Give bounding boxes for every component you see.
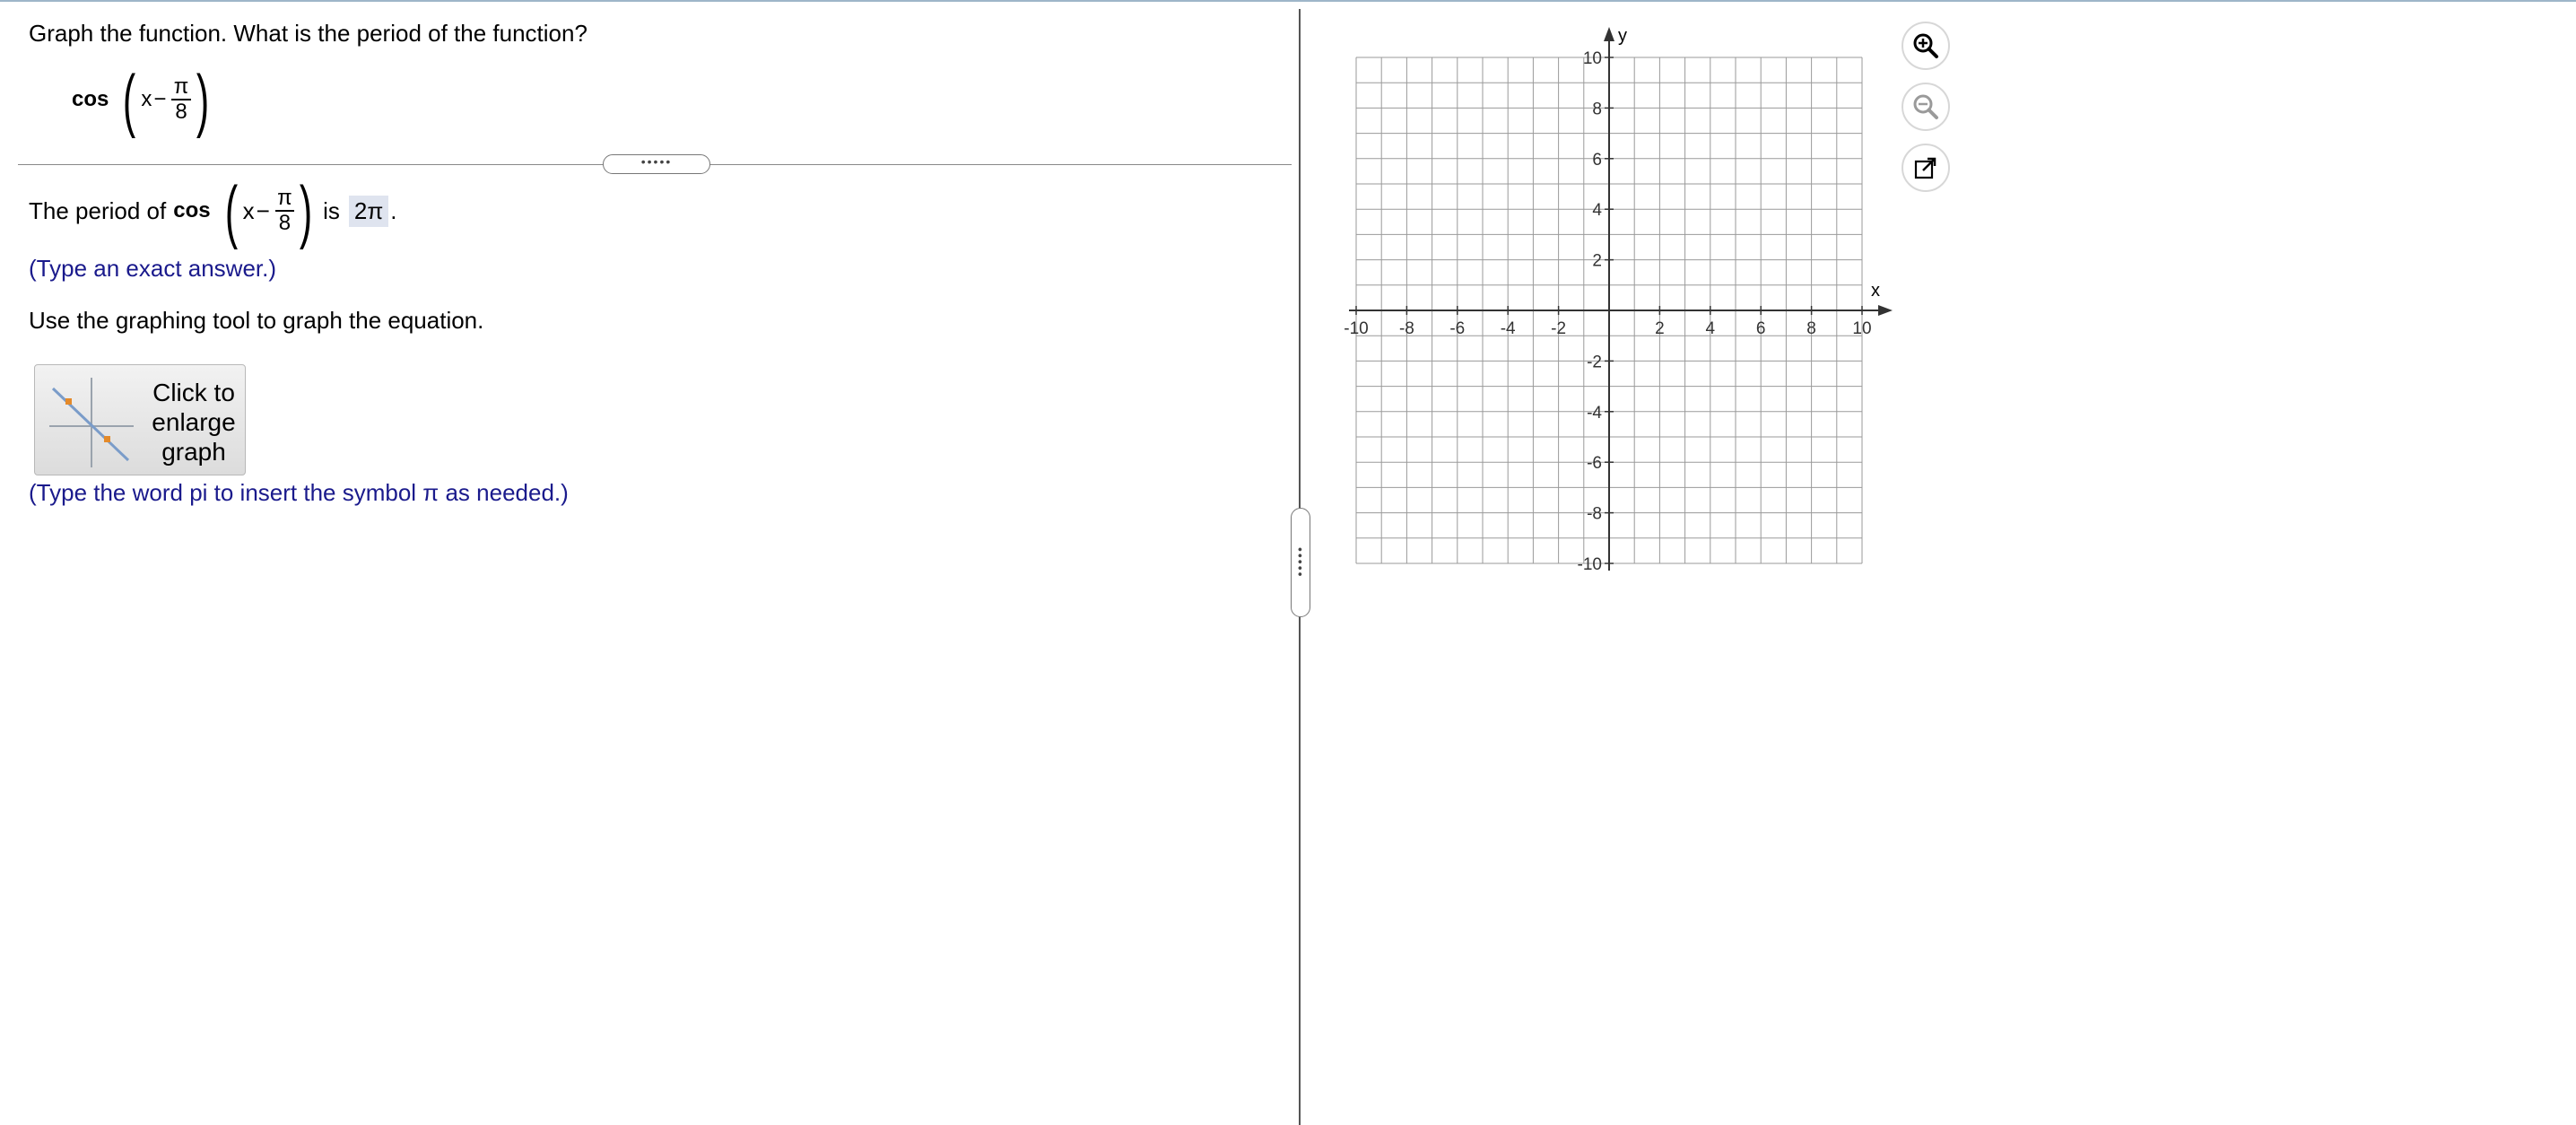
x-tick-label: 10 xyxy=(1852,319,1871,338)
answer-numerator: π xyxy=(277,186,292,210)
fraction-numerator: π xyxy=(173,74,189,99)
answer-var: x xyxy=(242,196,255,224)
pop-out-button[interactable] xyxy=(1902,144,1950,192)
y-tick-label: -6 xyxy=(1587,454,1602,473)
function-name: cos xyxy=(72,87,109,111)
zoom-in-icon xyxy=(1913,33,1938,58)
y-axis-label: y xyxy=(1618,26,1627,46)
fraction: π 8 xyxy=(171,74,191,124)
answer-period: . xyxy=(390,196,397,224)
y-tick-label: 6 xyxy=(1592,151,1602,170)
pop-out-icon xyxy=(1914,157,1936,179)
answer-left-paren: ( xyxy=(224,171,238,250)
x-tick-label: 4 xyxy=(1706,319,1716,338)
coordinate-grid[interactable]: -10 -10 -8 -8 -6 -6 -4 -4 -2 -2 2 2 4 4 6 6 8 8 10 10 x y xyxy=(1327,18,1955,610)
pi-hint: (Type the word pi to insert the symbol π… xyxy=(29,479,569,506)
question-prompt: Graph the function. What is the period o… xyxy=(29,20,587,47)
y-tick-label: 10 xyxy=(1583,49,1602,68)
answer-fraction: π 8 xyxy=(274,186,295,235)
left-paren: ( xyxy=(123,60,136,139)
x-tick-label: 6 xyxy=(1756,319,1766,338)
answer-is: is xyxy=(323,196,340,224)
x-tick-label: -10 xyxy=(1344,319,1368,338)
graph-instruction: Use the graphing tool to graph the equat… xyxy=(29,307,484,334)
minus-sign: − xyxy=(153,87,167,111)
zoom-out-icon xyxy=(1913,94,1938,119)
x-tick-label: -6 xyxy=(1449,319,1465,338)
x-axis-arrow xyxy=(1878,305,1893,316)
x-tick-label: 8 xyxy=(1806,319,1816,338)
answer-line: The period of cos ( x − π 8 ) is 2π . xyxy=(29,176,397,246)
x-tick-label: -8 xyxy=(1399,319,1414,338)
fraction-denominator: 8 xyxy=(171,99,191,124)
y-tick-label: 8 xyxy=(1592,100,1602,118)
answer-right-paren: ) xyxy=(299,171,313,250)
x-tick-label: -4 xyxy=(1501,319,1516,338)
y-axis-arrow xyxy=(1604,27,1614,41)
function-expression: cos ( x − π 8 ) xyxy=(72,65,214,135)
answer-denominator: 8 xyxy=(274,210,295,235)
right-paren: ) xyxy=(196,60,209,139)
y-tick-label: -8 xyxy=(1587,505,1602,524)
answer-minus: − xyxy=(256,196,270,224)
x-tick-label: -2 xyxy=(1551,319,1566,338)
y-tick-label: 4 xyxy=(1592,201,1602,220)
y-tick-label: -4 xyxy=(1587,404,1602,423)
y-tick-label: 2 xyxy=(1592,252,1602,271)
tick-labels: -10 -10 -8 -8 -6 -6 -4 -4 -2 -2 2 2 4 4 6 6 8 8 10 10 xyxy=(1344,49,1871,574)
y-tick-label: -2 xyxy=(1587,353,1602,371)
answer-input[interactable]: 2π xyxy=(348,195,389,227)
answer-prefix: The period of xyxy=(29,196,167,224)
enlarge-button-label: Click to enlarge graph xyxy=(152,379,236,466)
function-var: x xyxy=(141,87,152,111)
zoom-in-button[interactable] xyxy=(1902,22,1950,70)
y-tick-label: -10 xyxy=(1578,555,1602,574)
x-tick-label: 2 xyxy=(1655,319,1665,338)
vertical-splitter-dots: ••••• xyxy=(1293,546,1308,579)
graph-thumbnail-icon xyxy=(49,378,134,467)
vertical-splitter-handle[interactable]: ••••• xyxy=(1291,508,1310,617)
x-axis-label: x xyxy=(1871,281,1880,301)
answer-hint: (Type an exact answer.) xyxy=(29,255,277,282)
horizontal-splitter-handle[interactable]: ••••• xyxy=(603,154,710,174)
zoom-out-button[interactable] xyxy=(1902,83,1950,131)
top-border xyxy=(0,0,2576,2)
enlarge-graph-button[interactable]: Click to enlarge graph xyxy=(34,364,246,475)
answer-fn-name: cos xyxy=(173,198,211,222)
